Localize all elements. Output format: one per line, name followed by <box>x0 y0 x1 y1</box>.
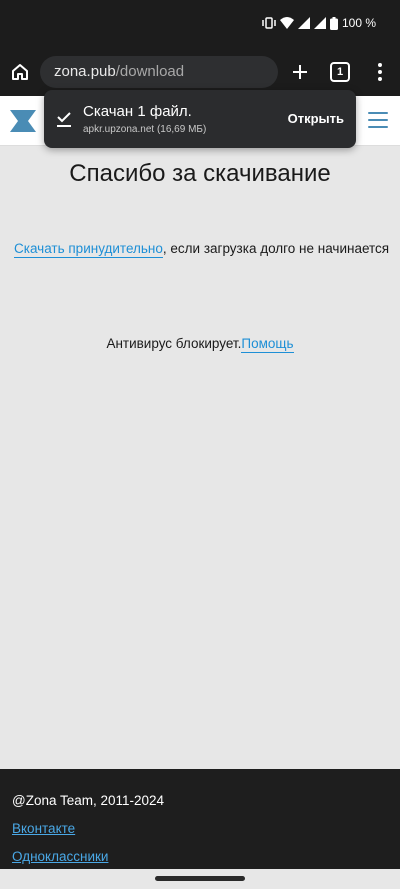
status-icons: 100 % <box>262 16 376 30</box>
plus-icon <box>293 65 307 79</box>
zona-logo-icon[interactable] <box>10 110 36 132</box>
toast-subtitle: apkr.upzona.net (16,69 МБ) <box>83 124 207 135</box>
help-link[interactable]: Помощь <box>241 336 294 353</box>
home-gesture-handle[interactable] <box>155 876 245 881</box>
wifi-icon <box>279 17 294 29</box>
tabs-button[interactable]: 1 <box>330 62 350 82</box>
force-download-link[interactable]: Скачать принудительно <box>14 241 163 258</box>
site-footer: @Zona Team, 2011-2024 Вконтакте Одноклас… <box>0 769 400 869</box>
force-download-suffix: , если загрузка долго не начинается <box>162 241 390 256</box>
page-title: Спасибо за скачивание <box>69 160 331 187</box>
antivirus-line: Антивирус блокирует.Помощь <box>0 336 400 353</box>
address-bar[interactable]: zona.pub/download <box>40 56 278 88</box>
home-icon <box>12 64 28 80</box>
signal-icon <box>297 17 310 29</box>
tab-count: 1 <box>336 66 344 78</box>
toast-title: Скачан 1 файл. <box>83 103 192 120</box>
footer-link-vkontakte[interactable]: Вконтакте <box>12 821 75 836</box>
url-host: zona.pub <box>54 63 116 80</box>
vibrate-icon <box>262 17 276 29</box>
hamburger-icon[interactable] <box>368 112 388 128</box>
signal-icon-2 <box>313 17 326 29</box>
browser-toolbar: zona.pub/download 1 <box>0 48 400 96</box>
open-file-button[interactable]: Открыть <box>288 111 344 126</box>
force-download-line: Скачать принудительно, если загрузка дол… <box>14 241 390 258</box>
more-vert-icon[interactable] <box>370 60 390 84</box>
gesture-nav-bar <box>0 869 400 889</box>
home-button[interactable] <box>8 60 32 84</box>
antivirus-text: Антивирус блокирует. <box>106 336 242 351</box>
battery-text: 100 % <box>341 16 376 30</box>
new-tab-button[interactable] <box>288 60 312 84</box>
battery-icon <box>329 16 338 30</box>
status-bar: 100 % <box>0 0 400 48</box>
url-path: /download <box>115 63 185 80</box>
download-done-icon <box>57 112 71 127</box>
download-complete-toast: Скачан 1 файл. apkr.upzona.net (16,69 МБ… <box>44 90 356 148</box>
footer-copyright: @Zona Team, 2011-2024 <box>12 793 165 808</box>
footer-link-odnoklassniki[interactable]: Одноклассники <box>12 849 108 864</box>
